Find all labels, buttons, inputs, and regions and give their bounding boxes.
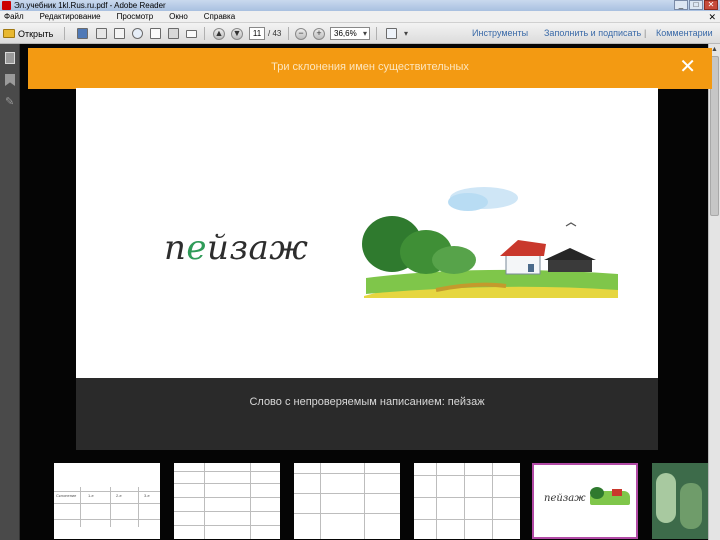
slide-caption-bar: Слово с непроверяемым написанием: пейзаж <box>76 378 658 450</box>
thumb-cell: 1-е <box>88 493 94 498</box>
navigation-pane: ✎ <box>0 44 20 540</box>
window-title: Эл.учебник 1kl.Rus.ru.pdf - Adobe Reader <box>14 1 166 10</box>
slideshow-overlay: Три склонения имен существительных ✕ пей… <box>20 44 712 540</box>
close-document-icon[interactable]: ✕ <box>708 11 716 23</box>
thumb-word: пейзаж <box>544 493 586 504</box>
thumbnail-2[interactable] <box>174 463 280 539</box>
slide-caption: Слово с непроверяемым написанием: пейзаж <box>249 396 485 408</box>
zoom-in-icon[interactable]: + <box>312 26 326 41</box>
tools-link[interactable]: Инструменты <box>472 23 528 44</box>
mail-icon[interactable] <box>184 26 198 41</box>
open-button-label: Открыть <box>18 28 54 39</box>
thumbnail-4[interactable] <box>414 463 520 539</box>
menu-view[interactable]: Просмотр <box>117 11 154 22</box>
open-button[interactable]: Открыть <box>3 26 57 41</box>
email-icon[interactable] <box>112 26 126 41</box>
close-icon[interactable]: ✕ <box>679 56 696 78</box>
zoom-select[interactable]: 36,6% <box>330 27 370 40</box>
folder-icon <box>3 29 15 38</box>
cloud-icon[interactable] <box>130 26 144 41</box>
thumbnail-5-selected[interactable]: пейзаж <box>532 463 638 539</box>
toolbar-divider <box>376 27 377 40</box>
toolbar-divider <box>204 27 205 40</box>
slide-word-text: пейзаж <box>164 228 309 268</box>
toolbar-divider <box>64 27 65 40</box>
landscape-illustration <box>362 187 618 298</box>
save-icon[interactable] <box>75 26 89 41</box>
thumb-cell: 2-е <box>116 493 122 498</box>
thumb-cell: 3-е <box>144 493 150 498</box>
window-titlebar: Эл.учебник 1kl.Rus.ru.pdf - Adobe Reader… <box>0 0 720 11</box>
vertical-scrollbar[interactable]: ▲ <box>708 44 720 540</box>
printer-icon[interactable] <box>166 26 180 41</box>
menu-help[interactable]: Справка <box>204 11 235 22</box>
menu-bar: Файл Редактирование Просмотр Окно Справк… <box>0 11 720 23</box>
page-number-input[interactable]: 11 <box>249 27 265 40</box>
copy-icon[interactable] <box>148 26 162 41</box>
slideshow-header: Три склонения имен существительных ✕ <box>28 48 712 89</box>
close-window-button[interactable]: ✕ <box>704 0 718 10</box>
slide-word: пейзаж <box>164 228 308 268</box>
page-up-icon[interactable]: ▲ <box>212 26 226 41</box>
thumbnail-strip: Склонение 1-е 2-е 3-е пейзаж <box>20 460 708 540</box>
pages-icon[interactable] <box>5 52 15 64</box>
adobe-reader-icon <box>2 1 11 10</box>
bookmark-icon[interactable] <box>5 74 15 86</box>
menu-edit[interactable]: Редактирование <box>40 11 101 22</box>
slide-image: пейзаж <box>76 88 658 378</box>
toolbar-more-icon[interactable]: ▾ <box>402 26 410 41</box>
toolbar-divider <box>288 27 289 40</box>
maximize-button[interactable]: □ <box>689 0 703 10</box>
zoom-out-icon[interactable]: − <box>294 26 308 41</box>
thumbnail-1[interactable]: Склонение 1-е 2-е 3-е <box>54 463 160 539</box>
comments-link[interactable]: Комментарии <box>656 23 713 44</box>
fill-sign-link[interactable]: Заполнить и подписать <box>544 23 641 44</box>
minimize-button[interactable]: _ <box>674 0 688 10</box>
annotate-icon[interactable] <box>384 26 398 41</box>
window-controls: _ □ ✕ <box>674 0 718 11</box>
attachment-icon[interactable]: ✎ <box>5 96 15 108</box>
toolbar-separator: | <box>644 28 647 38</box>
thumbnail-3[interactable] <box>294 463 400 539</box>
thumbnail-6[interactable] <box>652 463 708 539</box>
menu-file[interactable]: Файл <box>4 11 24 22</box>
thumb-cell: Склонение <box>56 493 77 498</box>
slideshow-title: Три склонения имен существительных <box>271 61 469 73</box>
menu-window[interactable]: Окно <box>169 11 188 22</box>
page-down-icon[interactable]: ▼ <box>230 26 244 41</box>
page-total: / 43 <box>268 29 282 38</box>
print-icon[interactable] <box>94 26 108 41</box>
